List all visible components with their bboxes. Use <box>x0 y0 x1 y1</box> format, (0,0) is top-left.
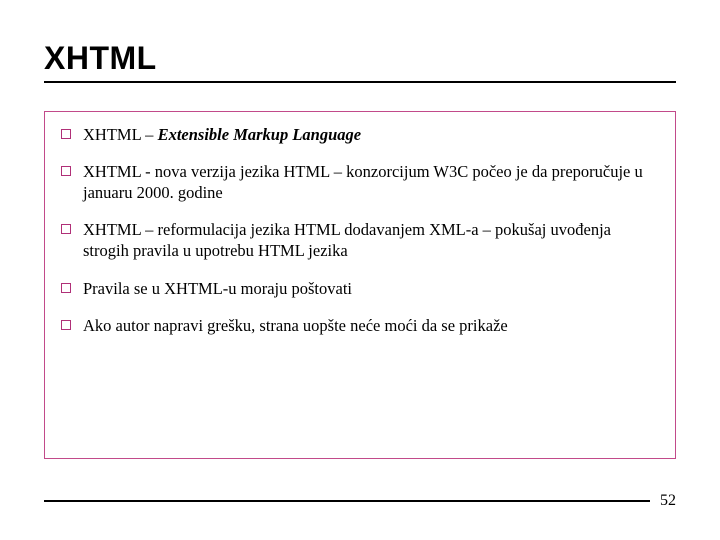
list-item: XHTML - nova verzija jezika HTML – konzo… <box>61 161 659 203</box>
slide-title: XHTML <box>44 40 676 77</box>
bullet-prefix: XHTML - nova verzija jezika HTML – konzo… <box>83 162 643 202</box>
bullet-text: XHTML – Extensible Markup Language <box>83 124 659 145</box>
bullet-text: XHTML – reformulacija jezika HTML dodava… <box>83 219 659 261</box>
bullet-emph: Extensible Markup Language <box>158 125 362 144</box>
bullet-text: Ako autor napravi grešku, strana uopšte … <box>83 315 659 336</box>
list-item: XHTML – reformulacija jezika HTML dodava… <box>61 219 659 261</box>
title-underline <box>44 81 676 83</box>
bullet-icon <box>61 166 71 176</box>
content-box: XHTML – Extensible Markup Language XHTML… <box>44 111 676 459</box>
page-number: 52 <box>650 492 676 510</box>
bullet-icon <box>61 224 71 234</box>
slide: XHTML XHTML – Extensible Markup Language… <box>0 0 720 540</box>
footer: 52 <box>44 492 676 510</box>
bullet-text: Pravila se u XHTML-u moraju poštovati <box>83 278 659 299</box>
bullet-icon <box>61 129 71 139</box>
bullet-icon <box>61 320 71 330</box>
list-item: XHTML – Extensible Markup Language <box>61 124 659 145</box>
bullet-prefix: Ako autor napravi grešku, strana uopšte … <box>83 316 508 335</box>
bullet-prefix: XHTML – reformulacija jezika HTML dodava… <box>83 220 611 260</box>
bullet-text: XHTML - nova verzija jezika HTML – konzo… <box>83 161 659 203</box>
bullet-prefix: Pravila se u XHTML-u moraju poštovati <box>83 279 352 298</box>
bullet-icon <box>61 283 71 293</box>
bullet-prefix: XHTML – <box>83 125 158 144</box>
list-item: Pravila se u XHTML-u moraju poštovati <box>61 278 659 299</box>
footer-rule <box>44 500 650 502</box>
list-item: Ako autor napravi grešku, strana uopšte … <box>61 315 659 336</box>
